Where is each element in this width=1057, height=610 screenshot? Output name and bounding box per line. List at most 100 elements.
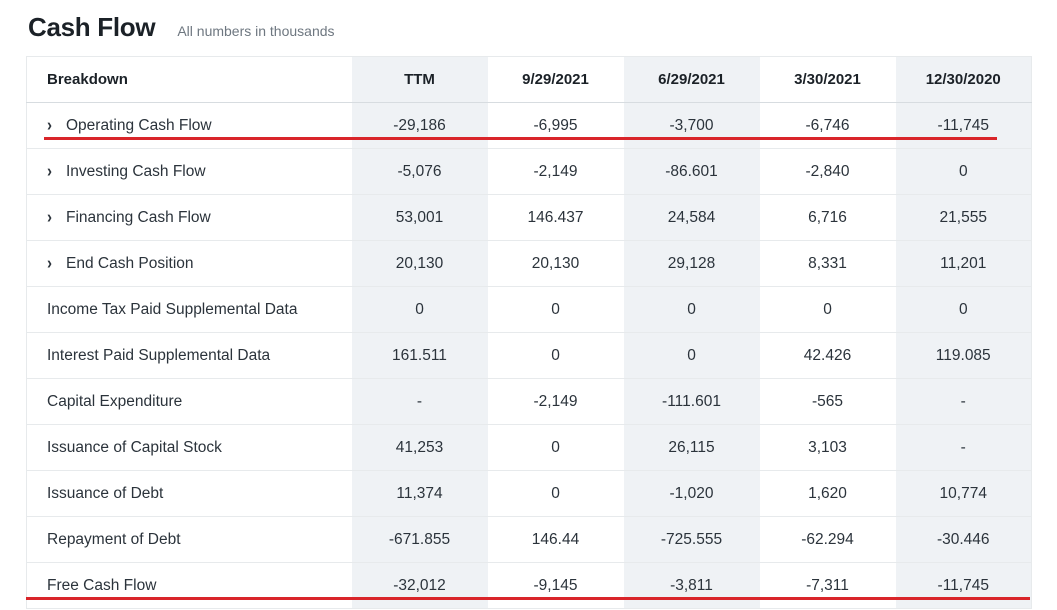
cell-q1: 0 (487, 286, 624, 333)
page-subtitle: All numbers in thousands (177, 23, 335, 39)
column-header-q3[interactable]: 3/30/2021 (759, 56, 896, 103)
cell-ttm: 20,130 (351, 240, 488, 287)
cell-q4: - (895, 378, 1032, 425)
table-row[interactable]: › End Cash Position 20,130 20,130 29,128 8,33… (26, 240, 1032, 287)
table-row: Income Tax Paid Supplemental Data 0 0 0 0 0 (26, 286, 1032, 333)
table-row: Repayment of Debt -671.855 146.44 -725.555-… (26, 516, 1032, 563)
cell-ttm: -5,076 (351, 148, 488, 195)
column-header-q4[interactable]: 12/30/2020 (895, 56, 1032, 103)
cell-q1: 146.44 (487, 516, 624, 563)
chevron-right-icon[interactable]: › (47, 207, 59, 227)
cell-q1: 0 (487, 470, 624, 517)
column-header-q1[interactable]: 9/29/2021 (487, 56, 624, 103)
cell-q4: 0 (895, 148, 1032, 195)
table-row: Capital Expenditure - -2,149 -111.601 -565- (26, 378, 1032, 425)
row-label-cell: Interest Paid Supplemental Data (26, 332, 352, 379)
chevron-right-icon[interactable]: › (47, 115, 59, 135)
cell-q4: 11,201 (895, 240, 1032, 287)
row-label: Interest Paid Supplemental Data (47, 346, 271, 364)
cell-q4: 21,555 (895, 194, 1032, 241)
cell-q2: -3,700 (623, 102, 760, 149)
row-label-cell: Income Tax Paid Supplemental Data (26, 286, 352, 333)
row-label: End Cash Position (66, 254, 194, 272)
cell-q1: -6,995 (487, 102, 624, 149)
cell-q2: -725.555 (623, 516, 760, 563)
row-label-cell[interactable]: › Financing Cash Flow (26, 194, 352, 241)
cell-q2: 26,115 (623, 424, 760, 471)
cell-ttm: 161.511 (351, 332, 488, 379)
row-label: Investing Cash Flow (66, 162, 206, 180)
cell-q1: -2,149 (487, 148, 624, 195)
cell-q3: 6,716 (759, 194, 896, 241)
cell-ttm: 0 (351, 286, 488, 333)
column-header-ttm[interactable]: TTM (351, 56, 488, 103)
table-row[interactable]: › Financing Cash Flow 53,001 146.437 24,584 6… (26, 194, 1032, 241)
cell-q4: 119.085 (895, 332, 1032, 379)
row-label-cell: Repayment of Debt (26, 516, 352, 563)
free-cash-flow-highlight-rule (26, 597, 1030, 600)
table-header-row: Breakdown TTM 9/29/2021 6/29/2021 3/30/2021 1… (26, 56, 1032, 103)
table-row: Free Cash Flow -32,012 -9,145 -3,811 -7,311-… (26, 562, 1032, 609)
cell-q3: -6,746 (759, 102, 896, 149)
cell-q1: 20,130 (487, 240, 624, 287)
cell-q2: 29,128 (623, 240, 760, 287)
cell-q1: 146.437 (487, 194, 624, 241)
cell-ttm: 41,253 (351, 424, 488, 471)
row-label-cell: Issuance of Debt (26, 470, 352, 517)
cell-q3: 3,103 (759, 424, 896, 471)
cell-ttm: 11,374 (351, 470, 488, 517)
chevron-right-icon[interactable]: › (47, 161, 59, 181)
cell-q1: -9,145 (487, 562, 624, 609)
row-label: Operating Cash Flow (66, 116, 212, 134)
page-title: Cash Flow (28, 12, 156, 42)
cell-q4: 0 (895, 286, 1032, 333)
table-row[interactable]: › Investing Cash Flow -5,076 -2,149 -86.601-… (26, 148, 1032, 195)
cell-q2: 24,584 (623, 194, 760, 241)
cell-q2: -3,811 (623, 562, 760, 609)
row-label: Capital Expenditure (47, 392, 183, 410)
row-label: Financing Cash Flow (66, 208, 211, 226)
row-label-cell: Free Cash Flow (26, 562, 352, 609)
cell-q3: 42.426 (759, 332, 896, 379)
row-label: Issuance of Debt (47, 484, 164, 502)
row-label: Free Cash Flow (47, 576, 157, 594)
cell-q1: -2,149 (487, 378, 624, 425)
cell-ttm: 53,001 (351, 194, 488, 241)
row-label-cell: Capital Expenditure (26, 378, 352, 425)
column-header-breakdown[interactable]: Breakdown (26, 56, 352, 103)
page-header: Cash Flow All numbers in thousands (0, 0, 1057, 42)
row-label: Income Tax Paid Supplemental Data (47, 300, 298, 318)
cell-q1: 0 (487, 424, 624, 471)
cell-q4: 10,774 (895, 470, 1032, 517)
cell-q3: 1,620 (759, 470, 896, 517)
cell-q2: -111.601 (623, 378, 760, 425)
cell-ttm: -29,186 (351, 102, 488, 149)
cell-q2: 0 (623, 332, 760, 379)
cell-ttm: -671.855 (351, 516, 488, 563)
row-label-cell[interactable]: › Operating Cash Flow (26, 102, 352, 149)
cell-q3: 0 (759, 286, 896, 333)
table-row: Interest Paid Supplemental Data 161.511 0 0… (26, 332, 1032, 379)
cell-q3: -2,840 (759, 148, 896, 195)
cell-q2: -86.601 (623, 148, 760, 195)
cash-flow-page: Cash Flow All numbers in thousands Break… (0, 0, 1057, 610)
row-label-cell[interactable]: › Investing Cash Flow (26, 148, 352, 195)
chevron-right-icon[interactable]: › (47, 253, 59, 273)
cell-q3: -62.294 (759, 516, 896, 563)
cell-q2: 0 (623, 286, 760, 333)
cell-q4: -11,745 (895, 102, 1032, 149)
cell-q4: - (895, 424, 1032, 471)
cell-ttm: -32,012 (351, 562, 488, 609)
table-row: Issuance of Capital Stock 41,253 0 26,115 3,… (26, 424, 1032, 471)
row-label: Issuance of Capital Stock (47, 438, 222, 456)
cell-q3: -565 (759, 378, 896, 425)
table-body: › Operating Cash Flow -29,186 -6,995 -3,700-… (26, 102, 1032, 609)
row-label-cell[interactable]: › End Cash Position (26, 240, 352, 287)
row-label-cell: Issuance of Capital Stock (26, 424, 352, 471)
table-row[interactable]: › Operating Cash Flow -29,186 -6,995 -3,700-… (26, 102, 1032, 149)
table-head: Breakdown TTM 9/29/2021 6/29/2021 3/30/2021 1… (26, 56, 1032, 103)
column-header-q2[interactable]: 6/29/2021 (623, 56, 760, 103)
table-row: Issuance of Debt 11,374 0 -1,020 1,620 10,774 (26, 470, 1032, 517)
cell-q2: -1,020 (623, 470, 760, 517)
cell-q3: -7,311 (759, 562, 896, 609)
